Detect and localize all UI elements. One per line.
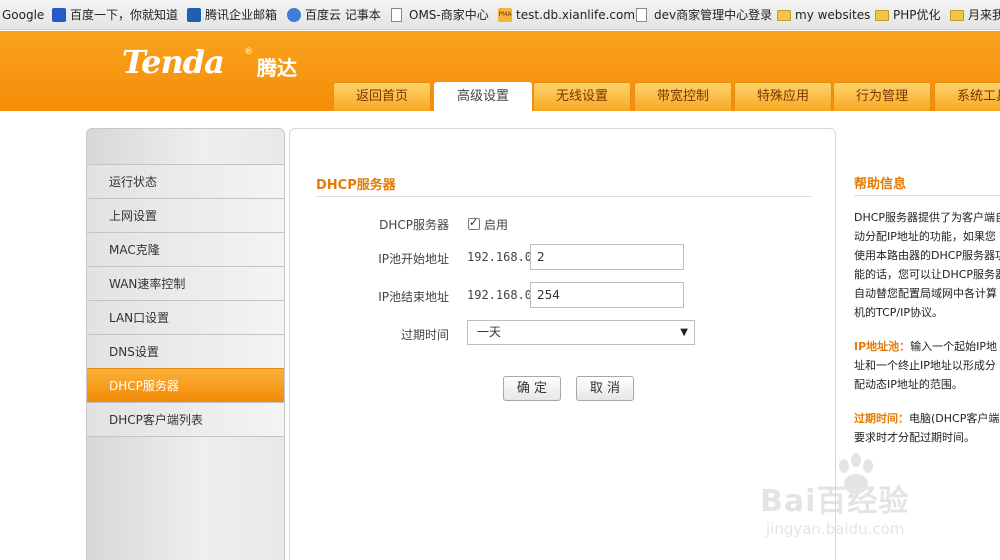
help-line-text: 输入一个起始IP地 [910,340,998,353]
bookmark-label: dev商家管理中心登录 [654,8,773,22]
sidebar: 运行状态 上网设置 MAC克隆 WAN速率控制 LAN口设置 DNS设置 DHC… [86,128,285,560]
help-line: 要求时才分配过期时间。 [854,431,975,444]
sidebar-item-wan-rate[interactable]: WAN速率控制 [87,266,284,300]
help-title: 帮助信息 [854,177,907,192]
ip-end-input[interactable] [530,282,684,308]
help-line-text: 电脑(DHCP客户端 [909,412,1000,425]
pma-icon: PMA [498,8,512,22]
lease-time-value: 一天 [477,325,502,339]
ok-button[interactable]: 确 定 [503,376,561,401]
page-title: DHCP服务器 [316,178,396,193]
ip-start-prefix: 192.168.0. [467,250,540,264]
cloud-icon [287,8,301,22]
tab-special-apps[interactable]: 特殊应用 [734,82,832,111]
tab-wireless-settings[interactable]: 无线设置 [533,82,631,111]
help-line: 过期时间：电脑(DHCP客户端 [854,409,999,428]
watermark-url: jingyan.baidu.com [766,520,905,538]
tab-behavior-management[interactable]: 行为管理 [833,82,931,111]
help-line: 址和一个终止IP地址以形成分 [854,359,996,372]
help-line: 机的TCP/IP协议。 [854,306,943,319]
mail-icon [187,8,201,22]
bookmark-label: OMS-商家中心 [409,8,489,22]
help-line: 使用本路由器的DHCP服务器功 [854,249,1000,262]
folder-icon [950,10,964,21]
help-line: IP地址池：输入一个起始IP地 [854,337,997,356]
tab-bandwidth-control[interactable]: 带宽控制 [634,82,732,111]
ip-end-label: IP池结束地址 [378,290,449,304]
sidebar-item-dns-settings[interactable]: DNS设置 [87,334,284,368]
main-nav-tabs: 返回首页 高级设置 无线设置 带宽控制 特殊应用 行为管理 系统工具 [333,82,1000,112]
tenda-logo: Tenda [122,43,225,81]
registered-mark: ® [244,47,253,57]
tab-advanced-settings[interactable]: 高级设置 [434,82,532,112]
tenda-logo-cn: 腾达 [257,56,297,80]
title-divider [316,196,811,197]
help-line: 动分配IP地址的功能，如果您 [854,230,996,243]
lease-time-label: 过期时间 [400,328,449,342]
baidu-paw-icon: 🐾 [52,8,66,22]
page-icon [391,8,402,22]
sidebar-item-mac-clone[interactable]: MAC克隆 [87,232,284,266]
help-line: DHCP服务器提供了为客户端自 [854,211,1000,224]
bookmark-label: test.db.xianlife.com [516,8,636,22]
bookmarks-bar: Google 🐾 百度一下，你就知道 腾讯企业邮箱 百度云 记事本 OMS-商家中… [0,0,1000,30]
bookmark-label: my websites [795,8,871,22]
sidebar-item-dhcp-server[interactable]: DHCP服务器 [87,368,284,402]
cancel-button[interactable]: 取 消 [576,376,634,401]
tab-system-tools[interactable]: 系统工具 [934,82,1000,111]
bookmark-label: 腾讯企业邮箱 [205,8,278,22]
bookmark-label: 百度云 记事本 [305,8,381,22]
ip-end-prefix: 192.168.0. [467,288,540,302]
sidebar-item-lan-settings[interactable]: LAN口设置 [87,300,284,334]
sidebar-item-run-status[interactable]: 运行状态 [87,164,284,198]
help-keyword: 过期时间： [854,412,909,425]
sidebar-item-internet-settings[interactable]: 上网设置 [87,198,284,232]
folder-icon [875,10,889,21]
help-line: 能的话，您可以让DHCP服务器 [854,268,1000,281]
tab-home[interactable]: 返回首页 [333,82,431,111]
sidebar-divider [87,436,284,437]
dhcp-enable-label: 启用 [484,218,509,232]
dropdown-arrow-icon: ▼ [680,327,688,338]
sidebar-item-dhcp-client-list[interactable]: DHCP客户端列表 [87,402,284,436]
dhcp-server-label: DHCP服务器 [379,218,449,232]
bookmark-label: 月来我 [968,8,1000,22]
bookmark-label: Google [2,8,45,22]
help-keyword: IP地址池： [854,340,911,353]
help-line: 配动态IP地址的范围。 [854,378,963,391]
bookmark-label: PHP优化 [893,8,941,22]
router-header: Tenda ® 腾达 返回首页 高级设置 无线设置 带宽控制 特殊应用 行为管理… [0,31,1000,112]
ip-start-label: IP池开始地址 [378,252,449,266]
dhcp-enable-checkbox[interactable] [468,216,480,230]
folder-icon [777,10,791,21]
lease-time-select[interactable]: 一天 ▼ [467,320,695,345]
page-icon [636,8,647,22]
help-divider [854,195,1000,196]
watermark-logo: Bai百经验 [760,484,910,519]
dhcp-settings-panel: DHCP服务器 DHCP服务器 启用 IP池开始地址 192.168.0. IP… [289,128,836,560]
baidu-jingyan-watermark: Bai百经验 jingyan.baidu.com [760,452,1000,552]
help-line: 自动替您配置局域网中各计算 [854,287,997,300]
bookmark-label: 百度一下，你就知道 [70,8,179,22]
ip-start-input[interactable] [530,244,684,270]
